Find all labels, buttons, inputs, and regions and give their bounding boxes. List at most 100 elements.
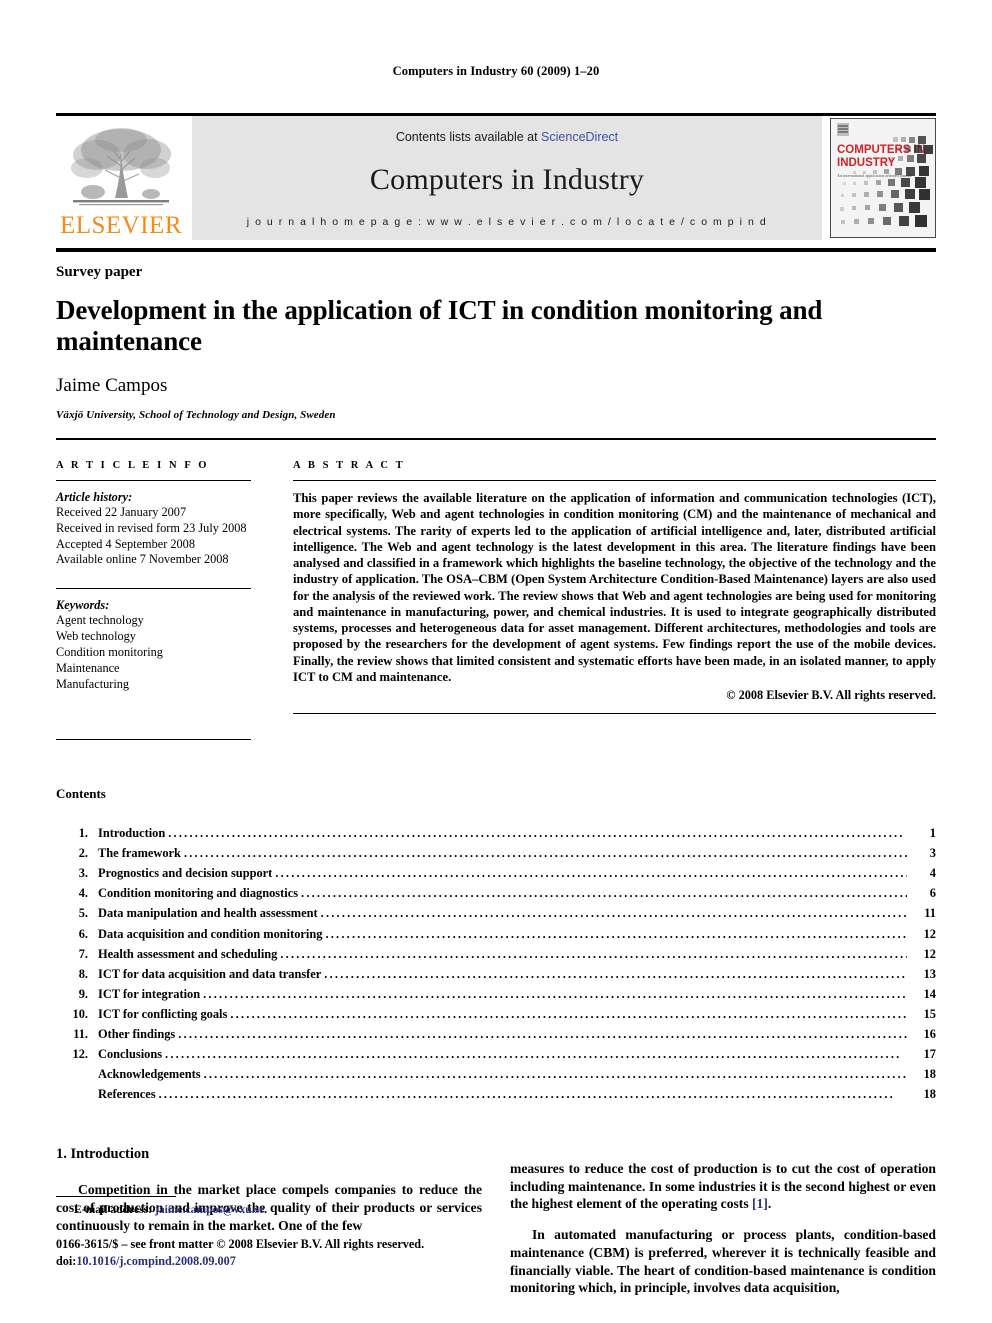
toc-entry[interactable]: 9. ICT for integration...................…: [56, 984, 936, 1004]
toc-entry[interactable]: 5. Data manipulation and health assessmen…: [56, 903, 936, 923]
journal-band: Contents lists available at ScienceDirec…: [192, 116, 822, 240]
abstract-bottom-rule: [293, 712, 936, 714]
toc-leader-dots: ........................................…: [183, 846, 907, 861]
toc-label: ICT for data acquisition and data transf…: [98, 966, 322, 981]
sciencedirect-link[interactable]: ScienceDirect: [541, 130, 618, 144]
toc-number: 6.: [78, 926, 88, 941]
email-trail: .: [264, 1203, 268, 1217]
toc-leader-dots: ........................................…: [230, 1006, 907, 1021]
toc-label: ICT for conflicting goals: [98, 1006, 228, 1021]
toc-entry[interactable]: 8. ICT for data acquisition and data tran…: [56, 964, 936, 984]
toc-page-number: 11: [924, 906, 936, 921]
footnote-area: E-mail address: jaime.campos@vxu.se. 016…: [56, 1196, 486, 1269]
toc-leader-dots: ........................................…: [301, 886, 907, 901]
title-bottom-rule: [56, 438, 936, 441]
abstract-rule: [293, 480, 936, 482]
journal-title: Computers in Industry: [369, 163, 645, 196]
article-info-column: A R T I C L E I N F O Article history: R…: [56, 460, 293, 741]
toc-entry[interactable]: 10. ICT for conflicting goals............…: [56, 1004, 937, 1024]
toc-entry[interactable]: Acknowledgements........................…: [56, 1064, 936, 1084]
toc-leader-dots: ........................................…: [275, 866, 907, 881]
toc-leader-dots: ........................................…: [165, 1047, 902, 1062]
toc-leader-dots: ........................................…: [325, 926, 907, 941]
contents-heading: Contents: [56, 786, 106, 802]
doi-link[interactable]: 10.1016/j.compind.2008.09.007: [76, 1254, 235, 1268]
toc-page-number: 1: [929, 826, 936, 841]
footnote-rule: [56, 1196, 176, 1198]
toc-leader-dots: ........................................…: [203, 986, 907, 1001]
toc-page-number: 17: [923, 1047, 936, 1062]
toc-label: Condition monitoring and diagnostics: [98, 886, 299, 901]
toc-entry[interactable]: 6. Data acquisition and condition monitor…: [56, 924, 936, 944]
toc-leader-dots: ........................................…: [178, 1026, 907, 1041]
imprint-block: 0166-3615/$ – see front matter © 2008 El…: [56, 1236, 486, 1269]
toc-entry[interactable]: References..............................…: [56, 1084, 936, 1104]
toc-page-number: 12: [923, 926, 936, 941]
toc-number: 12.: [72, 1047, 89, 1062]
toc-label: Data manipulation and health assessment: [98, 906, 318, 921]
masthead-bottom-rule: [56, 248, 936, 252]
footnote-email-line: E-mail address: jaime.campos@vxu.se.: [56, 1203, 486, 1216]
keywords-rule: [56, 588, 251, 590]
table-of-contents: 1. Introduction..........................…: [56, 823, 937, 1104]
article-info-bottom-rule: [56, 739, 251, 741]
abstract-text: This paper reviews the available literat…: [293, 491, 936, 684]
toc-leader-dots: ........................................…: [280, 946, 907, 961]
journal-homepage: j o u r n a l h o m e p a g e : w w w . …: [246, 216, 768, 228]
toc-page-number: 12: [923, 946, 936, 961]
journal-cover-thumbnail: COMPUTERS IN INDUSTRY An international a…: [830, 118, 936, 238]
journal-cover-art: COMPUTERS IN INDUSTRY An international a…: [831, 119, 935, 237]
keyword-item: Manufacturing: [56, 677, 130, 692]
citation-ref[interactable]: [1]: [752, 1196, 768, 1211]
elsevier-logo: ELSEVIER: [56, 116, 186, 240]
paper-page: Computers in Industry 60 (2009) 1–20 ELS…: [0, 0, 992, 1323]
paragraph-tail: .: [767, 1196, 772, 1212]
document-type-label: Survey paper: [56, 264, 143, 280]
paragraph: measures to reduce the cost of productio…: [510, 1160, 936, 1213]
toc-page-number: 6: [929, 886, 936, 901]
author-affiliation: Växjö University, School of Technology a…: [56, 409, 336, 422]
toc-leader-dots: ........................................…: [320, 906, 907, 921]
toc-number: 4.: [78, 886, 88, 901]
toc-page-number: 15: [923, 1006, 936, 1021]
toc-entry[interactable]: 4. Condition monitoring and diagnostics..…: [56, 883, 936, 903]
email-link[interactable]: jaime.campos@vxu.se: [155, 1203, 264, 1216]
toc-label: Prognostics and decision support: [98, 866, 273, 881]
toc-number: 3.: [78, 866, 88, 881]
toc-page-number: 18: [923, 1067, 936, 1082]
svg-text:INDUSTRY: INDUSTRY: [837, 157, 896, 169]
running-head: Computers in Industry 60 (2009) 1–20: [392, 64, 600, 78]
article-history-revised: Received in revised form 23 July 2008: [56, 520, 247, 535]
article-history-online: Available online 7 November 2008: [56, 552, 229, 567]
elsevier-tree-icon: [71, 128, 171, 206]
toc-entry[interactable]: 2. The framework.........................…: [56, 843, 936, 863]
toc-leader-dots: ........................................…: [324, 966, 907, 981]
toc-label: The framework: [98, 846, 181, 861]
article-history-label: Article history:: [56, 490, 133, 505]
toc-label: ICT for integration: [98, 986, 201, 1001]
toc-label: Data acquisition and condition monitorin…: [98, 926, 323, 941]
keyword-item: Maintenance: [56, 661, 120, 676]
svg-text:COMPUTERS IN: COMPUTERS IN: [837, 144, 925, 156]
toc-entry[interactable]: 12. Conclusions..........................…: [56, 1044, 937, 1064]
toc-number: 5.: [78, 906, 88, 921]
page-title: Development in the application of ICT in…: [56, 295, 823, 357]
keyword-item: Condition monitoring: [56, 645, 163, 660]
toc-entry[interactable]: 7. Health assessment and scheduling......…: [56, 944, 936, 964]
toc-page-number: 18: [923, 1087, 936, 1102]
body-column-right: measures to reduce the cost of productio…: [510, 1146, 936, 1310]
abstract-copyright: © 2008 Elsevier B.V. All rights reserved…: [726, 687, 936, 702]
journal-masthead: ELSEVIER Contents lists available at Sci…: [56, 113, 936, 240]
toc-entry[interactable]: 1. Introduction..........................…: [56, 823, 936, 843]
toc-number: 9.: [78, 986, 88, 1001]
doi-label: doi:: [56, 1253, 77, 1268]
toc-number: 11.: [73, 1026, 88, 1041]
article-info-heading: A R T I C L E I N F O: [56, 460, 210, 472]
toc-entry[interactable]: 3. Prognostics and decision support......…: [56, 863, 936, 883]
keywords-label: Keywords:: [56, 598, 110, 613]
keyword-item: Agent technology: [56, 613, 144, 628]
toc-page-number: 14: [923, 986, 936, 1001]
toc-entry[interactable]: 11. Other findings.......................…: [56, 1024, 936, 1044]
email-label: E-mail address:: [74, 1203, 155, 1217]
abstract-column: A B S T R A C T This paper reviews the a…: [293, 460, 936, 740]
